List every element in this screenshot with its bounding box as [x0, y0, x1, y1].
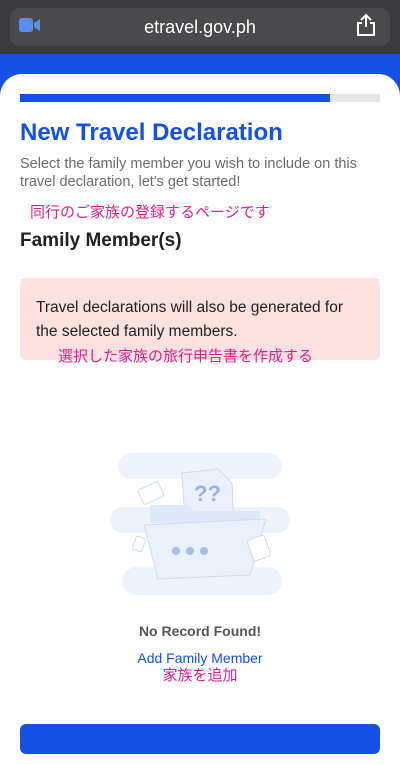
- page-subtitle: Select the family member you wish to inc…: [20, 156, 357, 190]
- progress-bar: [20, 94, 380, 102]
- browser-toolbar: etravel.gov.ph: [0, 0, 400, 54]
- primary-button[interactable]: [20, 724, 380, 754]
- video-camera-icon[interactable]: [19, 17, 41, 33]
- annotation-add-family: 家族を追加: [162, 666, 238, 684]
- progress-fill: [20, 94, 330, 102]
- empty-state-text: No Record Found!: [138, 623, 262, 639]
- address-bar[interactable]: etravel.gov.ph: [10, 8, 390, 46]
- section-title: Family Member(s): [20, 230, 182, 251]
- notice-text: Travel declarations will also be generat…: [36, 299, 344, 340]
- url-text: etravel.gov.ph: [144, 17, 256, 37]
- page-title: New Travel Declaration: [20, 119, 283, 146]
- empty-folder-illustration: ??: [110, 453, 290, 595]
- svg-text:??: ??: [194, 481, 221, 506]
- annotation-create-declaration: 選択した家族の旅行申告書を作成する: [58, 347, 314, 365]
- annotation-register-page: 同行のご家族の登録するページです: [30, 203, 270, 221]
- share-icon[interactable]: [356, 13, 376, 37]
